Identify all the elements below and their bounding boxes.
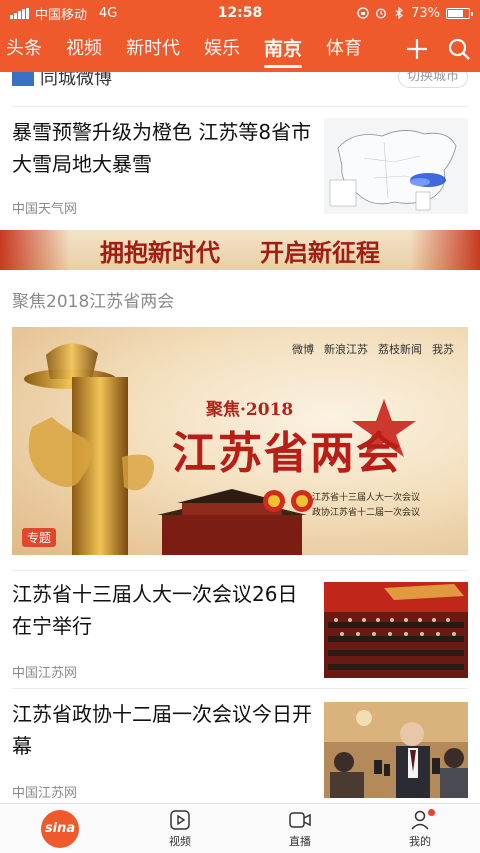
news-thumbnail-weather-map[interactable]: [324, 118, 468, 214]
feature-sub-line2: 政协江苏省十二届一次会议: [312, 508, 421, 518]
live-camera-icon: [289, 811, 311, 828]
news-item[interactable]: 暴雪预警升级为橙色 江苏等8省市大雪局地大暴雪 中国天气网: [12, 116, 468, 226]
bluetooth-icon: [395, 7, 404, 19]
tab-actions: [396, 26, 480, 72]
weather-city-label[interactable]: 同城微博: [40, 72, 398, 88]
network-label: 4G: [99, 5, 118, 21]
rotation-lock-icon: [357, 7, 369, 19]
tab-channel[interactable]: 头条: [0, 26, 54, 72]
news-title[interactable]: 江苏省十三届人大一次会议26日在宁举行: [12, 578, 312, 642]
channel-tabs: 头条 视频 新时代 娱乐 南京 体育: [0, 26, 396, 72]
divider: [12, 570, 468, 571]
feature-logos: 微博 新浪江苏 荔枝新闻 我苏: [292, 341, 454, 357]
alarm-icon: [376, 8, 387, 19]
banner-left-text: 拥抱新时代: [100, 237, 220, 267]
carrier-label: 中国移动: [35, 7, 88, 23]
nav-video-label: 视频: [169, 834, 191, 848]
news-source: 中国江苏网: [12, 666, 78, 681]
weibo-logo: 微博: [292, 343, 314, 356]
feature-title: 江苏省两会: [172, 428, 402, 479]
nav-home[interactable]: sina: [0, 804, 120, 853]
feature-subtitle: 江苏省十三届人大一次会议 政协江苏省十二届一次会议: [312, 491, 420, 521]
weibo-icon: [12, 72, 34, 86]
tab-channel[interactable]: 视频: [54, 26, 114, 72]
banner-right-text: 开启新征程: [260, 237, 380, 267]
tab-channel[interactable]: 娱乐: [192, 26, 252, 72]
weather-map-image: [324, 118, 468, 214]
news-thumbnail-congress-hall[interactable]: [324, 582, 468, 678]
news-item[interactable]: 江苏省政协十二届一次会议今日开幕 中国江苏网: [12, 698, 468, 801]
tab-fade: [356, 26, 396, 72]
wosu-logo: 我苏: [432, 343, 454, 356]
news-source: 中国天气网: [12, 202, 78, 217]
divider: [12, 688, 468, 689]
battery-icon: [446, 7, 473, 19]
signal-icon: [10, 7, 29, 19]
switch-city-button[interactable]: 切换城市: [397, 72, 468, 88]
bottom-nav: sina 视频 直播 我的: [0, 803, 480, 853]
weather-strip: 同城微博 切换城市: [0, 72, 480, 88]
status-bar: 中国移动 4G 12:58 73%: [0, 0, 480, 26]
add-channel-icon[interactable]: [405, 37, 429, 61]
nav-live-label: 直播: [289, 834, 311, 848]
nav-profile-label: 我的: [409, 834, 431, 848]
channel-tab-bar: 头条 视频 新时代 娱乐 南京 体育: [0, 26, 480, 72]
divider: [12, 106, 468, 107]
notification-dot: [428, 809, 435, 816]
sina-jiangsu-logo: 新浪江苏: [324, 343, 368, 356]
news-thumbnail-press-interview[interactable]: [324, 702, 468, 798]
lizhi-news-logo: 荔枝新闻: [378, 343, 422, 356]
status-left: 中国移动 4G: [10, 4, 170, 23]
section-heading[interactable]: 聚焦2018江苏省两会: [12, 287, 174, 312]
clock: 12:58: [217, 5, 263, 21]
video-play-icon: [170, 809, 190, 830]
battery-fill: [448, 9, 463, 17]
news-source: 中国江苏网: [12, 786, 78, 801]
feature-sub-line1: 江苏省十三届人大一次会议: [312, 493, 421, 503]
promo-banner[interactable]: 拥抱新时代 开启新征程: [0, 230, 480, 270]
weather-inner: 同城微博 切换城市: [12, 72, 468, 88]
sina-logo-icon: sina: [41, 809, 79, 848]
status-right: 73%: [310, 5, 473, 21]
news-title[interactable]: 江苏省政协十二届一次会议今日开幕: [12, 698, 312, 762]
search-icon[interactable]: [447, 37, 471, 61]
battery-percent: 73%: [411, 5, 440, 21]
nav-video[interactable]: 视频: [120, 804, 240, 853]
tab-channel[interactable]: 新时代: [114, 26, 192, 72]
congress-hall-image: [324, 582, 468, 678]
nav-profile[interactable]: 我的: [360, 804, 480, 853]
press-interview-image: [324, 702, 468, 798]
news-item[interactable]: 江苏省十三届人大一次会议26日在宁举行 中国江苏网: [12, 578, 468, 681]
news-title[interactable]: 暴雪预警升级为橙色 江苏等8省市大雪局地大暴雪: [12, 116, 312, 180]
tab-channel[interactable]: 南京: [252, 26, 314, 72]
feature-topic-card[interactable]: 微博 新浪江苏 荔枝新闻 我苏 聚焦·2018 江苏省两会 江苏省十三届人大一次…: [12, 327, 468, 555]
topic-badge: 专题: [22, 528, 57, 547]
nav-live[interactable]: 直播: [240, 804, 360, 853]
app-screen: 中国移动 4G 12:58 73% 头条 视频 新时代 娱乐 南京 体育 同城微博 切换城…: [0, 0, 480, 853]
